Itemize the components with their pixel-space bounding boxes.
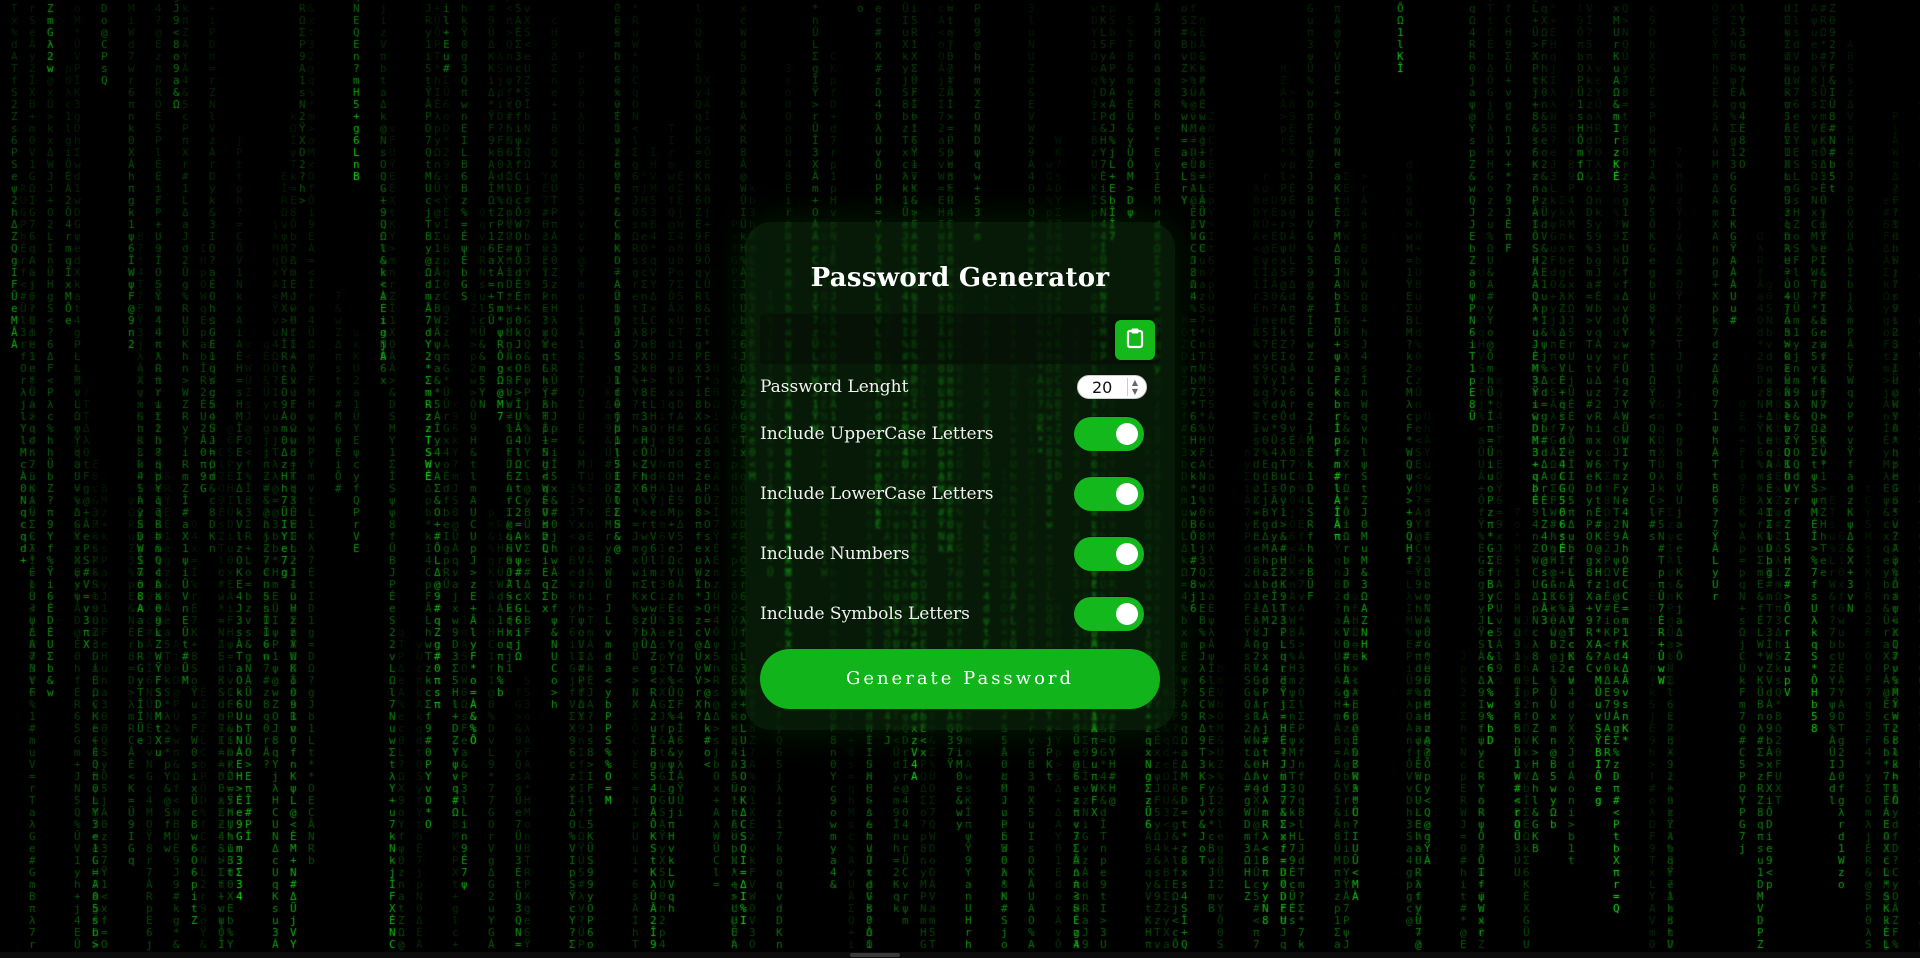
uppercase-toggle[interactable] xyxy=(1074,417,1144,451)
spinner-down-icon[interactable]: ▼ xyxy=(1132,387,1138,396)
numbers-label: Include Numbers xyxy=(760,544,910,564)
symbols-label: Include Symbols Letters xyxy=(760,604,970,624)
toggle-knob xyxy=(1116,603,1138,625)
page-title: Password Generator xyxy=(810,263,1110,293)
length-spinner[interactable]: ▲ ▼ xyxy=(1127,378,1142,396)
password-length-value: 20 xyxy=(1092,378,1113,397)
numbers-toggle[interactable] xyxy=(1074,537,1144,571)
scrollbar-thumb[interactable] xyxy=(850,953,900,957)
toggle-knob xyxy=(1116,543,1138,565)
password-output[interactable] xyxy=(770,314,1094,366)
lowercase-label: Include LowerCase Letters xyxy=(760,484,994,504)
password-length-input[interactable]: 20 ▲ ▼ xyxy=(1077,375,1147,399)
toggle-knob xyxy=(1116,483,1138,505)
toggle-knob xyxy=(1116,423,1138,445)
symbols-toggle[interactable] xyxy=(1074,597,1144,631)
generate-password-button[interactable]: Generate Password xyxy=(760,649,1160,709)
password-output-row xyxy=(760,314,1160,366)
lowercase-toggle[interactable] xyxy=(1074,477,1144,511)
spinner-up-icon[interactable]: ▲ xyxy=(1132,378,1138,387)
copy-password-button[interactable] xyxy=(1115,320,1155,360)
password-length-label: Password Lenght xyxy=(760,377,909,397)
horizontal-scrollbar[interactable] xyxy=(0,952,1920,958)
uppercase-label: Include UpperCase Letters xyxy=(760,424,994,444)
clipboard-icon xyxy=(1126,327,1144,353)
